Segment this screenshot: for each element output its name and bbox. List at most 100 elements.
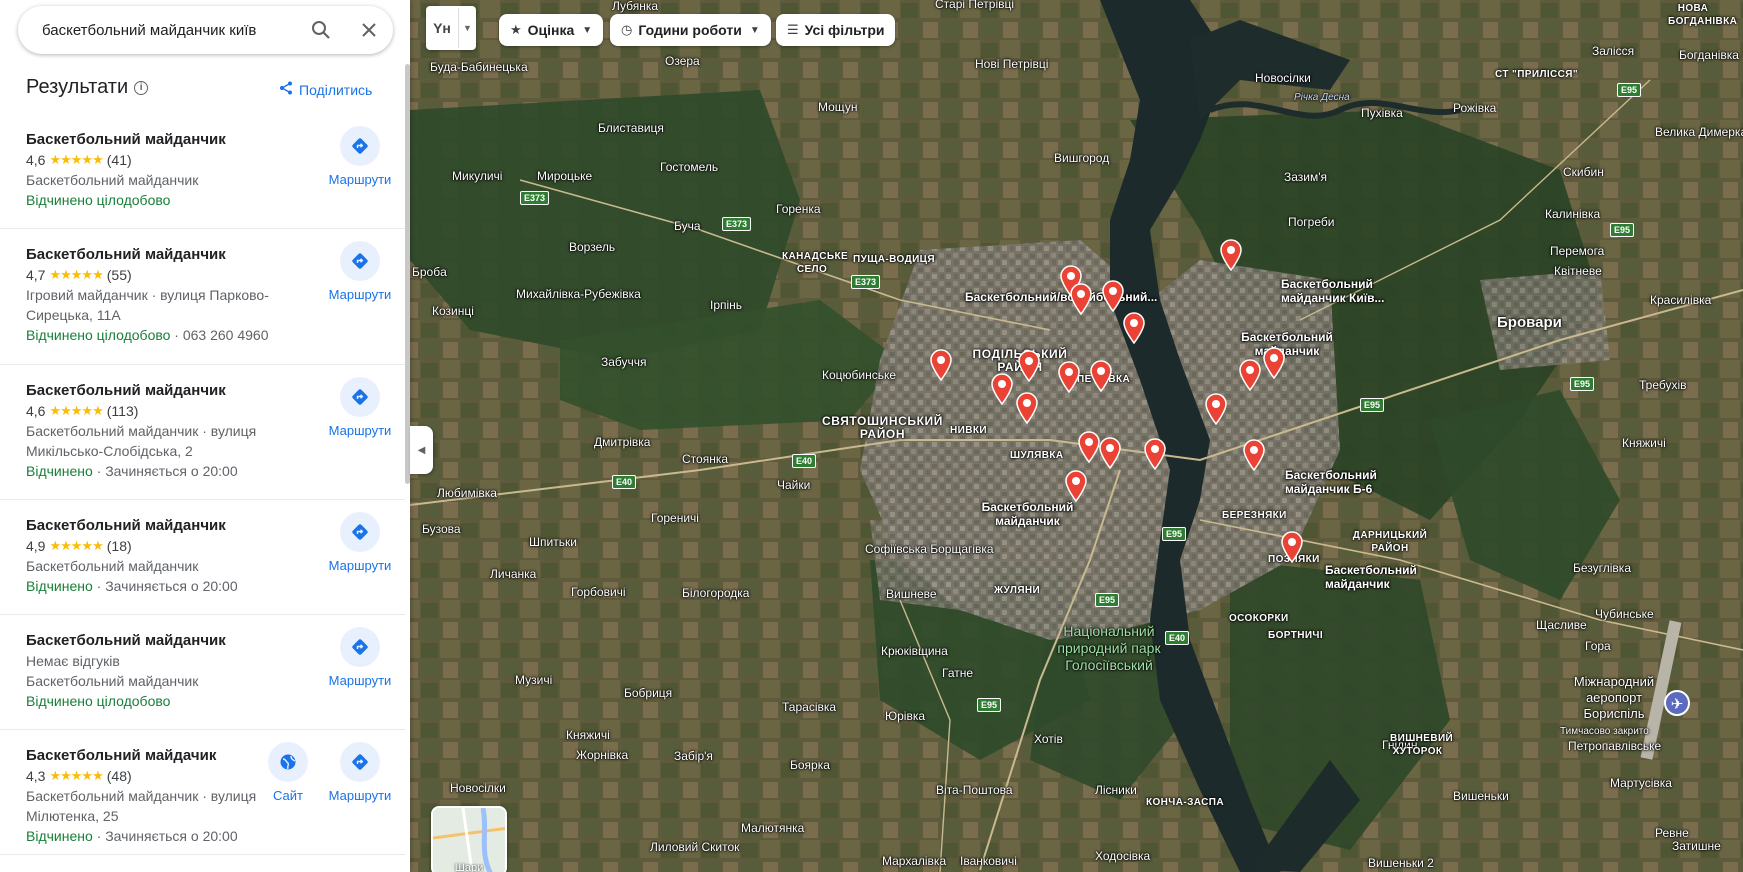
directions-button[interactable]: Маршрути <box>320 126 400 187</box>
map-pin-icon[interactable] <box>1242 439 1266 471</box>
result-card[interactable]: Баскетбольний майдачик 4,3 ★★★★★ (48) Баскет… <box>0 730 405 855</box>
park-label: Національний природний парк Голосіївськи… <box>1057 623 1161 673</box>
poi-label[interactable]: Баскетбольний майданчик <box>975 500 1080 528</box>
open-status: Відчинено цілодобово <box>26 327 171 343</box>
map-pin-icon[interactable] <box>1238 359 1262 391</box>
place-label: Вишеньки <box>1453 789 1509 803</box>
scrollbar[interactable] <box>405 64 410 484</box>
poi-label[interactable]: Баскетбольний майданчик <box>1325 563 1430 591</box>
directions-button[interactable]: Маршрути <box>320 512 400 573</box>
close-icon[interactable] <box>345 6 393 54</box>
place-label: Вишневе <box>886 587 937 601</box>
map-pin-icon[interactable] <box>1122 312 1146 344</box>
place-label: Чубинське <box>1595 607 1654 621</box>
language-toggle[interactable]: Yн ▼ <box>426 6 476 50</box>
place-label: Личанка <box>490 567 537 581</box>
poi-label[interactable]: Баскетбольний майданчик Київ... <box>1281 277 1391 305</box>
directions-button[interactable]: Маршрути <box>320 377 400 438</box>
review-count: (113) <box>106 403 139 419</box>
chip-label: Години роботи <box>638 22 742 38</box>
place-label: Княжичі <box>1622 436 1666 450</box>
place-label: Ходосівка <box>1095 849 1151 863</box>
district-label: СВЯТОШИНСЬКИЙ РАЙОН <box>821 414 944 441</box>
website-button[interactable]: Сайт <box>248 742 328 803</box>
airport-label: Міжнародний аеропорт Бориспіль <box>1573 674 1655 721</box>
directions-button[interactable]: Маршрути <box>320 742 400 803</box>
results-list: Баскетбольний майданчик 4,6 ★★★★★ (41) Баске… <box>0 114 405 855</box>
place-label: Велика Димерка <box>1655 125 1743 139</box>
road-badge: E373 <box>722 217 752 231</box>
chevron-down-icon: ▼ <box>749 24 760 36</box>
poi-label[interactable]: Баскетбольний майданчик Б-6 <box>1285 468 1390 496</box>
place-label: Мархалівка <box>882 854 947 868</box>
results-header: Результати i <box>26 76 149 99</box>
map-pin-icon[interactable] <box>1280 531 1304 563</box>
result-category: Баскетбольний майданчик <box>26 558 199 574</box>
place-label: Скибин <box>1563 165 1604 179</box>
share-button[interactable]: Поділитись <box>279 81 372 98</box>
place-label: Старі Петрівці <box>935 0 1015 11</box>
place-label: Хотів <box>1034 732 1063 746</box>
map-pin-icon[interactable] <box>1069 283 1093 315</box>
result-card[interactable]: Баскетбольний майданчик Немає відгуків Бас… <box>0 615 405 730</box>
search-icon[interactable] <box>297 6 345 54</box>
collapse-panel-button[interactable]: ◀ <box>410 426 433 474</box>
layers-button[interactable]: Шари <box>431 806 507 872</box>
place-label: Крюківщина <box>881 644 948 658</box>
place-label: Буча <box>674 219 701 233</box>
map-pin-icon[interactable] <box>1017 350 1041 382</box>
airplane-icon[interactable]: ✈ <box>1664 690 1690 716</box>
map-pin-icon[interactable] <box>1143 438 1167 470</box>
neighborhood-label: ШУЛЯВКА <box>1010 450 1064 461</box>
review-count: (18) <box>106 538 132 554</box>
map-pin-icon[interactable] <box>990 373 1014 405</box>
status-detail: · 063 260 4960 <box>170 327 269 343</box>
river-label: Річка Десна <box>1294 92 1350 103</box>
directions-icon <box>340 241 380 281</box>
place-label: Горбовичі <box>571 585 626 599</box>
road-badge: E95 <box>1617 83 1642 97</box>
directions-button[interactable]: Маршрути <box>320 241 400 302</box>
neighborhood-label: СТ "ПРИЛІССЯ" <box>1495 69 1579 80</box>
map-pin-icon[interactable] <box>1015 392 1039 424</box>
map-pin-icon[interactable] <box>1089 360 1113 392</box>
rating-filter-chip[interactable]: ★ Оцінка ▼ <box>499 14 604 46</box>
search-input[interactable]: баскетбольний майданчик київ <box>42 22 297 39</box>
map-pin-icon[interactable] <box>929 349 953 381</box>
map-pin-icon[interactable] <box>1098 437 1122 469</box>
map-pin-icon[interactable] <box>1262 347 1286 379</box>
hours-filter-chip[interactable]: ◷ Години роботи ▼ <box>610 14 771 46</box>
result-category: Баскетбольний майданчик · вулиця Микільс… <box>26 423 257 459</box>
star-icon: ★★★★★ <box>49 152 103 167</box>
map-pin-icon[interactable] <box>1057 361 1081 393</box>
place-label: Нові Петрівці <box>975 57 1049 71</box>
chevron-down-icon[interactable]: ▼ <box>459 23 476 33</box>
result-card[interactable]: Баскетбольний майданчик 4,6 ★★★★★ (41) Баске… <box>0 114 405 229</box>
place-label: Козинці <box>432 304 474 318</box>
place-label: Білогородка <box>682 586 750 600</box>
map-pin-icon[interactable] <box>1204 393 1228 425</box>
result-card[interactable]: Баскетбольний майданчик 4,6 ★★★★★ (113) Баск… <box>0 365 405 500</box>
search-box[interactable]: баскетбольний майданчик київ <box>18 6 393 54</box>
result-card[interactable]: Баскетбольний майданчик 4,9 ★★★★★ (18) Баске… <box>0 500 405 615</box>
result-card[interactable]: Баскетбольний майданчик 4,7 ★★★★★ (55) Ігров… <box>0 229 405 365</box>
review-count: (48) <box>106 768 132 784</box>
map-pin-icon[interactable] <box>1101 280 1125 312</box>
neighborhood-label: КАНАДСЬКЕ СЕЛО <box>782 251 849 275</box>
place-label: Калинівка <box>1545 207 1601 221</box>
place-label: Віта-Поштова <box>936 783 1013 797</box>
place-label: Квітневе <box>1554 264 1602 278</box>
place-label: Мощун <box>818 100 858 114</box>
place-label: Боярка <box>790 758 830 772</box>
place-label: Жорнівка <box>576 748 629 762</box>
map-pin-icon[interactable] <box>1219 239 1243 271</box>
result-category: Ігровий майданчик · вулиця Парково-Сирец… <box>26 287 269 323</box>
star-icon: ★★★★★ <box>49 768 103 783</box>
poi-label[interactable]: Баскетбольний/волейбольний... <box>965 290 1157 304</box>
poi-label[interactable]: Баскетбольний майданчик <box>1237 330 1337 358</box>
directions-button[interactable]: Маршрути <box>320 627 400 688</box>
all-filters-chip[interactable]: ☰ Усі фільтри <box>776 14 896 46</box>
action-label: Маршрути <box>328 172 392 187</box>
map-pin-icon[interactable] <box>1064 470 1088 502</box>
info-icon[interactable]: i <box>134 80 149 95</box>
